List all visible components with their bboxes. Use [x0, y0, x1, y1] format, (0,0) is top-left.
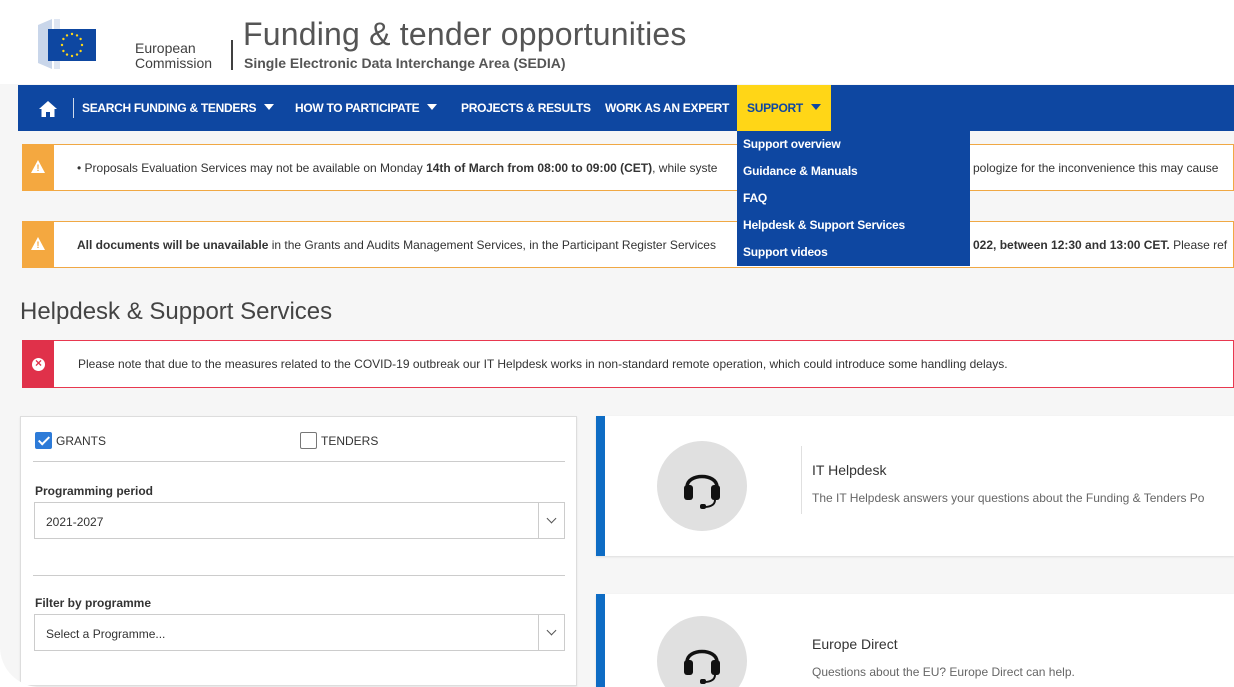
- support-dropdown-menu: Support overview Guidance & Manuals FAQ …: [737, 131, 970, 266]
- alert-text-bold: 14th of March from 08:00 to 09:00 (CET): [426, 161, 653, 175]
- alert-text-tail: 022, between 12:30 and 13:00 CET. Please…: [973, 238, 1227, 252]
- main-nav: SEARCH FUNDING & TENDERS HOW TO PARTICIP…: [18, 85, 1234, 131]
- chevron-down-icon[interactable]: [538, 503, 564, 538]
- card-title[interactable]: IT Helpdesk: [812, 462, 886, 478]
- nav-search-funding-label: SEARCH FUNDING & TENDERS: [82, 101, 257, 115]
- org-name-line2: Commission: [135, 55, 213, 71]
- org-name-line1: European: [135, 40, 196, 56]
- page-title: Helpdesk & Support Services: [20, 298, 333, 325]
- warning-alert: ! All documents will be unavailable in t…: [22, 221, 1234, 268]
- divider: [33, 575, 565, 576]
- europe-direct-card[interactable]: Europe Direct Questions about the EU? Eu…: [596, 594, 1234, 687]
- grants-label: GRANTS: [56, 434, 107, 448]
- nav-projects-results-label: PROJECTS & RESULTS: [461, 101, 591, 115]
- headset-icon: [657, 616, 747, 687]
- warning-exclamation: !: [36, 163, 40, 173]
- nav-work-as-expert-label: WORK AS AN EXPERT: [605, 101, 730, 115]
- site-title[interactable]: Funding & tender opportunities: [243, 16, 687, 53]
- menu-item-support-videos[interactable]: Support videos: [743, 243, 964, 270]
- card-divider: [801, 446, 802, 514]
- nav-how-to-participate-label: HOW TO PARTICIPATE: [295, 101, 420, 115]
- nav-search-funding[interactable]: SEARCH FUNDING & TENDERS: [82, 85, 275, 131]
- nav-support[interactable]: SUPPORT: [737, 85, 831, 131]
- alert-text: All documents will be unavailable in the…: [77, 238, 716, 252]
- nav-divider: [73, 98, 74, 118]
- programming-period-value: 2021-2027: [46, 515, 104, 529]
- tenders-label: TENDERS: [321, 434, 379, 448]
- alert-text-part: , while syste: [652, 161, 718, 175]
- checkbox-checked-icon[interactable]: [35, 432, 52, 449]
- caret-down-icon: [427, 104, 438, 110]
- error-notice: Please note that due to the measures rel…: [22, 340, 1234, 388]
- alert-text-tail: pologize for the inconvenience this may …: [973, 161, 1219, 175]
- alert-text-bold: All documents will be unavailable: [77, 238, 269, 252]
- warning-icon: !: [22, 144, 54, 191]
- programming-period-label: Programming period: [35, 484, 154, 498]
- home-icon[interactable]: [38, 100, 58, 118]
- warning-icon: !: [22, 221, 54, 268]
- menu-item-support-overview[interactable]: Support overview: [743, 135, 964, 162]
- warning-alert: ! • Proposals Evaluation Services may no…: [22, 144, 1234, 191]
- menu-item-guidance-manuals[interactable]: Guidance & Manuals: [743, 162, 964, 189]
- site-subtitle: Single Electronic Data Interchange Area …: [244, 55, 566, 71]
- warning-exclamation: !: [36, 240, 40, 250]
- card-description: The IT Helpdesk answers your questions a…: [812, 491, 1205, 505]
- error-close-icon: [32, 356, 45, 371]
- programme-placeholder: Select a Programme...: [46, 627, 166, 641]
- alert-text: • Proposals Evaluation Services may not …: [77, 161, 717, 175]
- caret-down-icon: [264, 104, 275, 110]
- card-title[interactable]: Europe Direct: [812, 636, 898, 652]
- card-description: Questions about the EU? Europe Direct ca…: [812, 665, 1075, 679]
- alert-text-part: in the Grants and Audits Management Serv…: [268, 238, 716, 252]
- menu-item-helpdesk-support[interactable]: Helpdesk & Support Services: [743, 216, 964, 243]
- nav-work-as-expert[interactable]: WORK AS AN EXPERT: [605, 85, 729, 131]
- checkbox-unchecked-icon[interactable]: [300, 432, 317, 449]
- chevron-down-icon[interactable]: [538, 615, 564, 650]
- nav-projects-results[interactable]: PROJECTS & RESULTS: [461, 85, 591, 131]
- header-divider: [231, 40, 233, 70]
- page: European Commission Funding & tender opp…: [0, 0, 1234, 687]
- caret-down-icon: [810, 104, 821, 110]
- nav-how-to-participate[interactable]: HOW TO PARTICIPATE: [295, 85, 438, 131]
- headset-icon: [657, 441, 747, 531]
- filter-panel: GRANTS TENDERS Programming period 2021-2…: [20, 416, 577, 686]
- covid-notice-text: Please note that due to the measures rel…: [78, 357, 1008, 371]
- it-helpdesk-card[interactable]: IT Helpdesk The IT Helpdesk answers your…: [596, 416, 1234, 556]
- alert-text-bold: 022, between 12:30 and 13:00 CET.: [973, 238, 1170, 252]
- alert-text-part: Please ref: [1169, 238, 1228, 252]
- programming-period-select[interactable]: 2021-2027: [34, 502, 565, 539]
- nav-support-label: SUPPORT: [747, 101, 803, 115]
- menu-item-faq[interactable]: FAQ: [743, 189, 964, 216]
- alert-text-part: • Proposals Evaluation Services may not …: [77, 161, 427, 175]
- programme-filter-label: Filter by programme: [35, 596, 152, 610]
- divider: [33, 461, 565, 462]
- error-icon-bar: [22, 340, 54, 388]
- site-header: European Commission Funding & tender opp…: [0, 0, 1234, 84]
- programme-select[interactable]: Select a Programme...: [34, 614, 565, 651]
- org-name: European Commission: [135, 41, 212, 71]
